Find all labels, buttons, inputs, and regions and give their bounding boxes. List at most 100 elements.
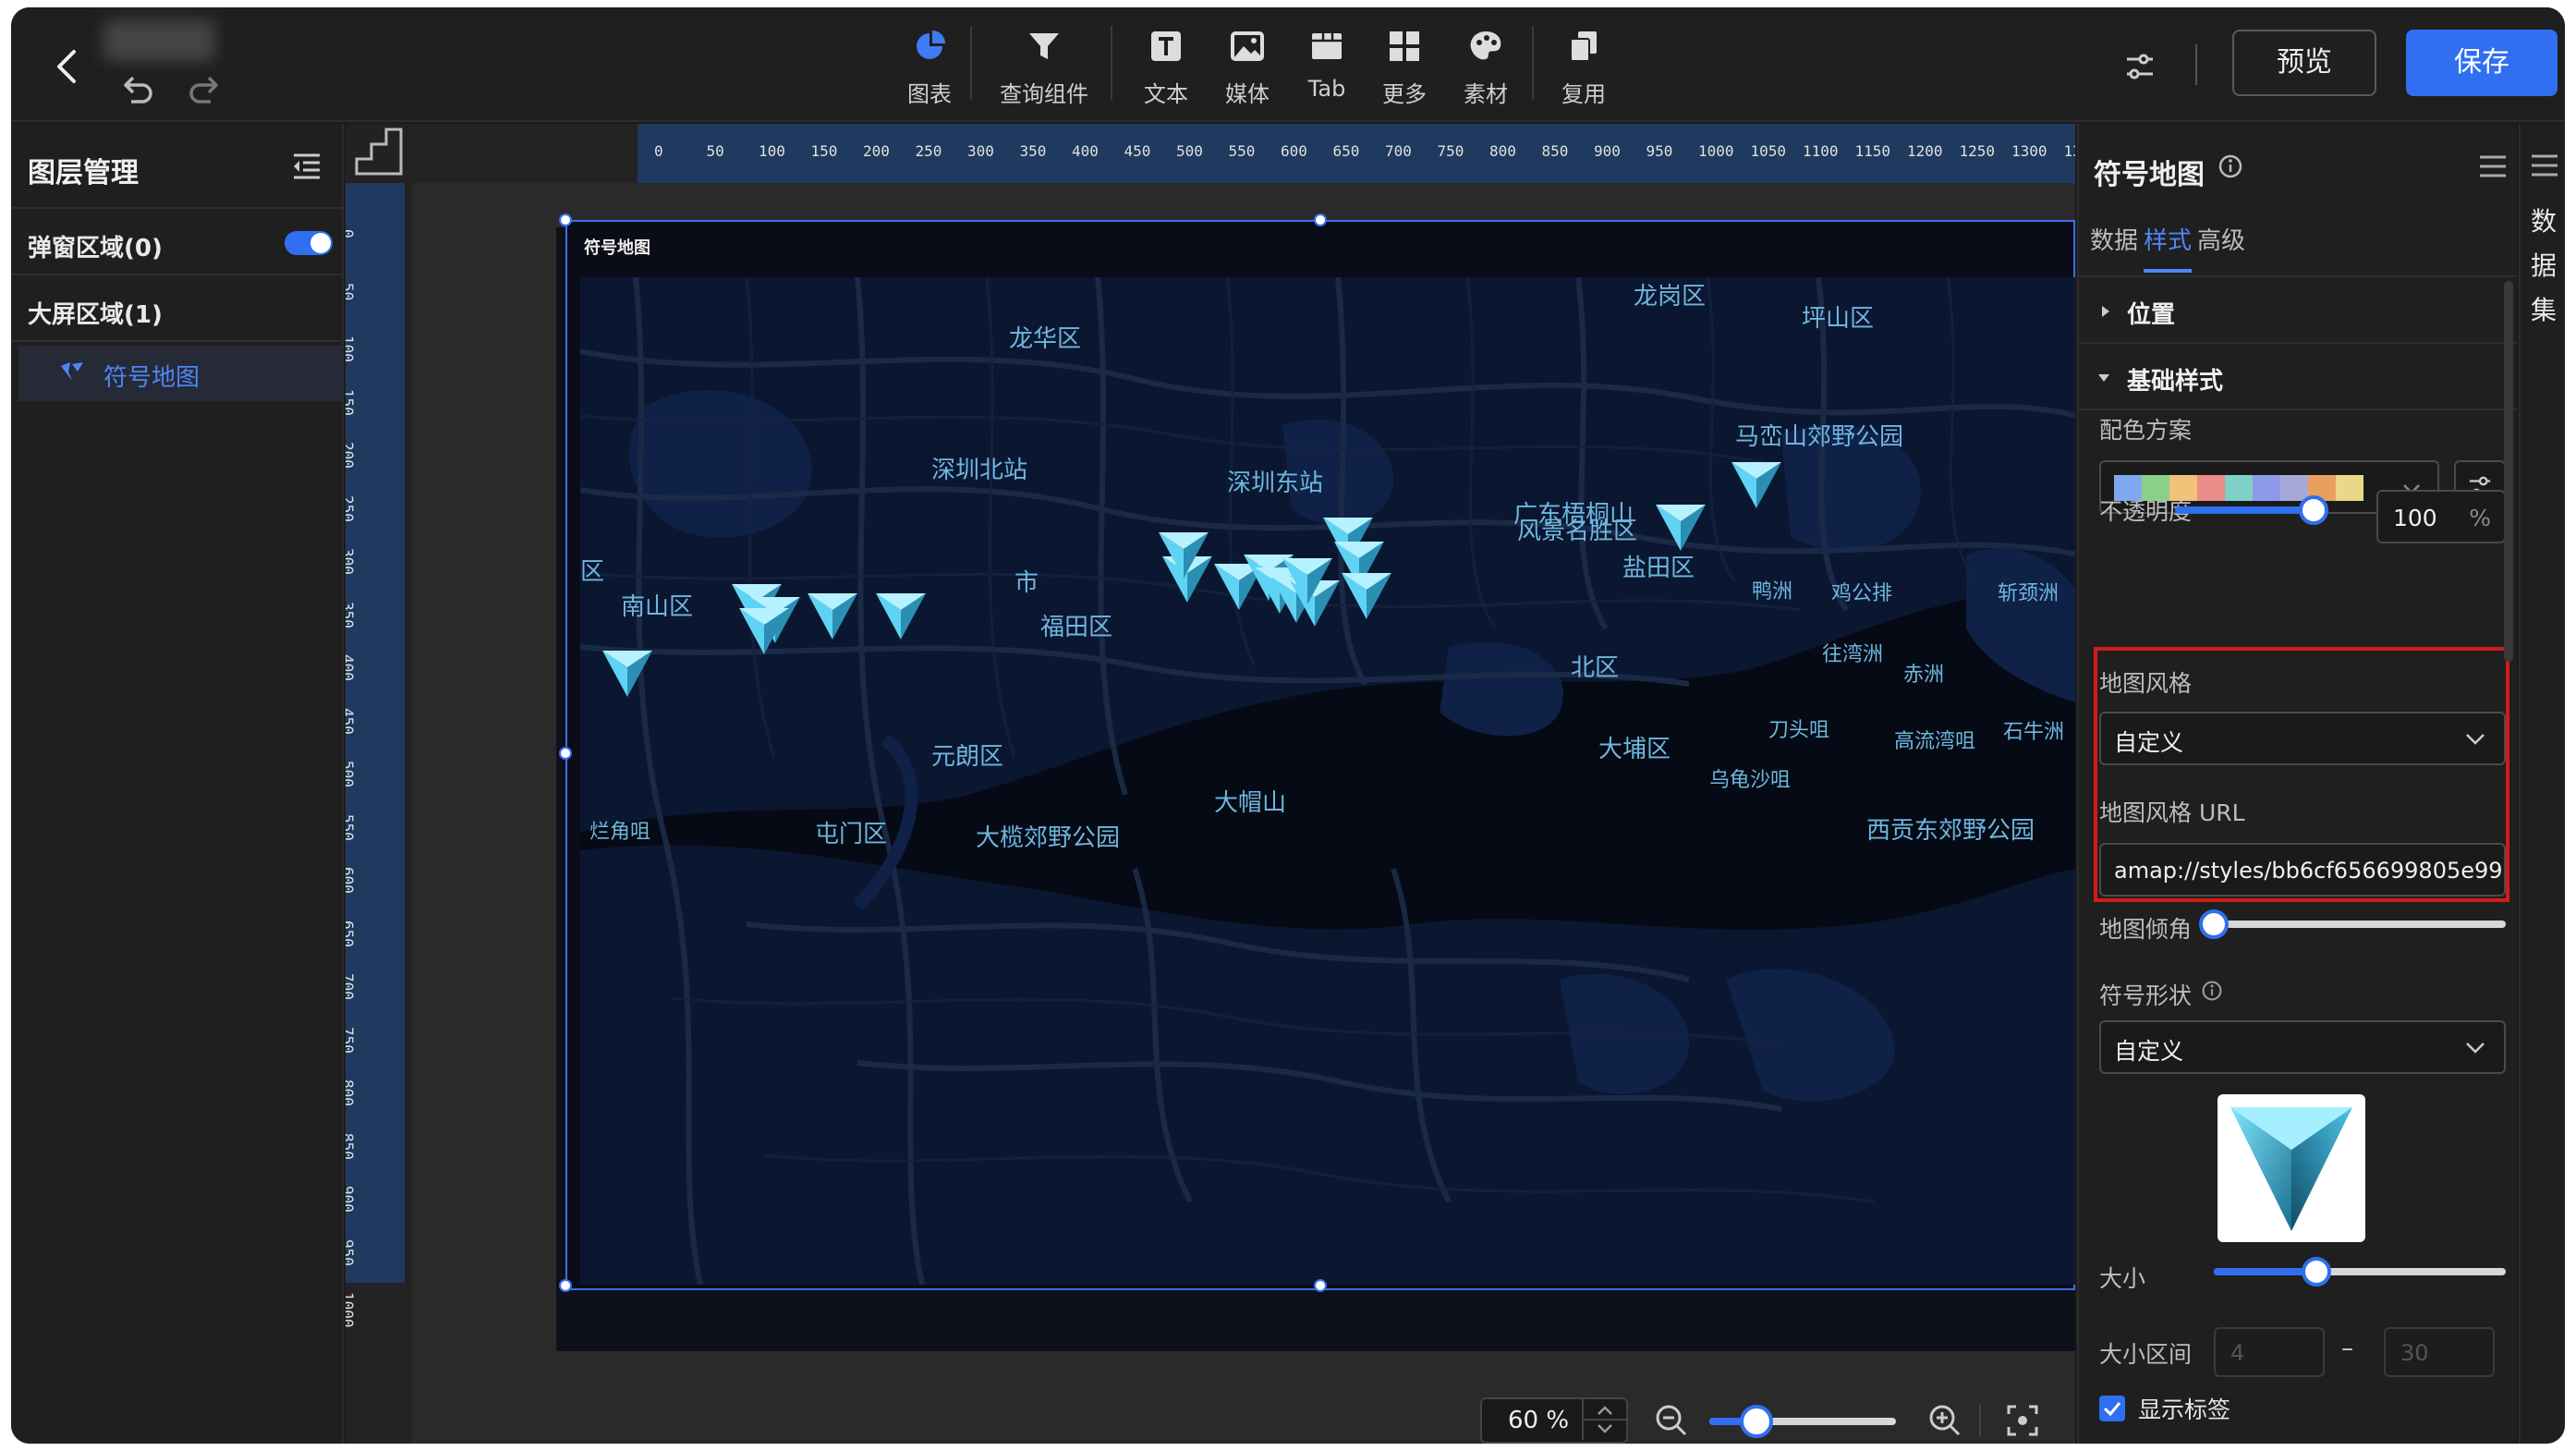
tilt-slider-knob[interactable] <box>2199 909 2229 939</box>
map-marker[interactable] <box>804 590 861 641</box>
dataset-toggle-button[interactable] <box>2530 152 2559 179</box>
zoom-out-button[interactable] <box>1654 1403 1689 1438</box>
ruler-corner[interactable] <box>346 124 412 183</box>
size-range-min-input[interactable]: 4 <box>2214 1327 2325 1377</box>
tilt-slider[interactable] <box>2199 909 2506 939</box>
map-marker[interactable] <box>1338 569 1395 621</box>
map-marker[interactable] <box>599 647 656 699</box>
map-place-label: 石牛洲 <box>2003 721 2065 744</box>
symbol-shape-select[interactable]: 自定义 <box>2099 1020 2506 1074</box>
symbol-preview[interactable] <box>2218 1094 2365 1242</box>
back-button[interactable] <box>48 44 85 89</box>
layer-group-popup[interactable]: 弹窗区域(0) <box>11 209 342 275</box>
section-basic-style[interactable]: 基础样式 <box>2079 344 2517 410</box>
sliders-icon <box>2127 54 2153 79</box>
size-range-max-input[interactable]: 30 <box>2384 1327 2495 1377</box>
settings-sliders-button[interactable] <box>2121 48 2158 85</box>
symbol-shape-value: 自定义 <box>2114 1038 2184 1065</box>
ruler-tick: 900 <box>1594 142 1621 160</box>
resize-handle[interactable] <box>559 213 572 226</box>
toolbar-assets-label: 素材 <box>1464 81 1508 107</box>
ruler-tick: 450 <box>346 707 357 735</box>
show-label-checkbox[interactable] <box>2099 1396 2125 1421</box>
map-marker[interactable] <box>872 590 930 641</box>
save-button[interactable]: 保存 <box>2406 30 2558 96</box>
zoom-slider[interactable] <box>1709 1405 1896 1438</box>
ruler-tick: 600 <box>1281 142 1307 160</box>
map-style-url-input[interactable]: amap://styles/bb6cf656699805e99 <box>2099 843 2506 896</box>
tab-style[interactable]: 样式 <box>2144 222 2193 273</box>
ruler-tick: 450 <box>1124 142 1151 160</box>
toolbar-text-button[interactable]: 文本 <box>1131 28 1201 109</box>
tab-data[interactable]: 数据 <box>2090 222 2138 269</box>
section-position[interactable]: 位置 <box>2079 277 2517 344</box>
palette-swatch <box>2253 475 2280 501</box>
resize-handle[interactable] <box>559 1279 572 1292</box>
ruler-tick: 350 <box>1019 142 1047 160</box>
grid-icon <box>1369 28 1440 68</box>
redo-button[interactable] <box>187 72 224 109</box>
map-marker[interactable] <box>1155 529 1212 580</box>
properties-scrollbar[interactable] <box>2504 281 2513 662</box>
toolbar-chart-button[interactable]: 图表 <box>893 28 966 109</box>
ruler-tick: 400 <box>346 654 357 681</box>
layer-item-symbol-map[interactable]: 符号地图 <box>18 346 344 401</box>
toolbar-media-button[interactable]: 媒体 <box>1212 28 1282 109</box>
map-place-label: 高流湾咀 <box>1894 730 1976 753</box>
layer-group-screen[interactable]: 大屏区域(1) <box>11 275 342 342</box>
check-icon <box>2103 1402 2121 1417</box>
map-style-select[interactable]: 自定义 <box>2099 712 2506 765</box>
popup-area-toggle[interactable] <box>285 231 333 255</box>
map-place-label: 龙华区 <box>1009 325 1082 353</box>
size-slider[interactable] <box>2214 1257 2506 1286</box>
zoom-slider-knob[interactable] <box>1739 1405 1773 1438</box>
blurred-app-name <box>103 20 214 61</box>
map-place-label: 马峦山郊野公园 <box>1735 423 1904 451</box>
opacity-input[interactable]: 100 % <box>2376 490 2506 543</box>
undo-button[interactable] <box>118 72 155 109</box>
symbol-map-widget[interactable]: 符号地图 龙岗区 坪山区 龙华区 马峦山郊野公园 深圳北站 深圳东站 广东梧桐山… <box>559 213 2075 1292</box>
toolbar-more-button[interactable]: 更多 <box>1369 28 1440 109</box>
map-place-label: 鸭洲 <box>1752 580 1793 604</box>
map-place-label: 南山区 <box>621 593 694 621</box>
opacity-slider-knob[interactable] <box>2299 495 2328 525</box>
dataset-rail-label[interactable]: 数据集 <box>2530 200 2558 333</box>
info-icon[interactable] <box>2201 980 2223 1002</box>
map-place-label: 乌龟沙咀 <box>1709 769 1792 792</box>
toggle-knob <box>310 233 331 253</box>
info-icon[interactable] <box>2218 153 2243 179</box>
opacity-slider[interactable] <box>2175 495 2328 525</box>
layer-item-label: 符号地图 <box>103 364 200 392</box>
tab-advanced[interactable]: 高级 <box>2197 222 2245 269</box>
collapse-panel-button[interactable] <box>288 148 325 185</box>
resize-handle[interactable] <box>1314 213 1327 226</box>
fit-screen-button[interactable] <box>2005 1403 2040 1438</box>
properties-menu-button[interactable] <box>2476 152 2509 181</box>
ruler-horizontal[interactable]: 0 50 100 150 200 250 300 350 400 450 500 550 600 650 7… <box>412 124 2075 183</box>
preview-button[interactable]: 预览 <box>2232 30 2376 96</box>
toolbar-text-label: 文本 <box>1144 81 1188 107</box>
toolbar-assets-button[interactable]: 素材 <box>1451 28 1521 109</box>
map-marker[interactable] <box>1652 501 1709 553</box>
map-view[interactable]: 龙岗区 坪山区 龙华区 马峦山郊野公园 深圳北站 深圳东站 广东梧桐山 风景名胜区 盐田区区南山… <box>580 277 2075 1285</box>
size-range-label: 大小区间 <box>2099 1341 2193 1368</box>
ruler-tick: 0 <box>346 229 357 238</box>
resize-handle[interactable] <box>559 747 572 760</box>
properties-header: 符号地图 <box>2079 124 2517 209</box>
map-marker[interactable] <box>1728 458 1785 510</box>
toolbar-query-button[interactable]: 查询组件 <box>992 28 1096 109</box>
map-place-label: 龙岗区 <box>1634 283 1707 311</box>
map-place-label: 北区 <box>1571 654 1620 682</box>
ruler-tick: 600 <box>346 867 357 894</box>
map-marker[interactable] <box>1279 555 1336 606</box>
size-slider-knob[interactable] <box>2301 1257 2331 1286</box>
toolbar-reuse-button[interactable]: 复用 <box>1549 28 1619 109</box>
zoom-stepper[interactable] <box>1582 1399 1626 1440</box>
ruler-vertical[interactable]: 0 50 100 150 200 250 300 350 400 450 500 550 600 650 7… <box>346 183 412 1444</box>
zoom-in-button[interactable] <box>1927 1403 1962 1438</box>
ruler-tick: 100 <box>346 335 357 362</box>
resize-handle[interactable] <box>1314 1279 1327 1292</box>
toolbar-tab-button[interactable]: Tab <box>1292 28 1362 109</box>
ruler-tick: 900 <box>346 1186 357 1213</box>
map-marker[interactable] <box>735 604 793 656</box>
